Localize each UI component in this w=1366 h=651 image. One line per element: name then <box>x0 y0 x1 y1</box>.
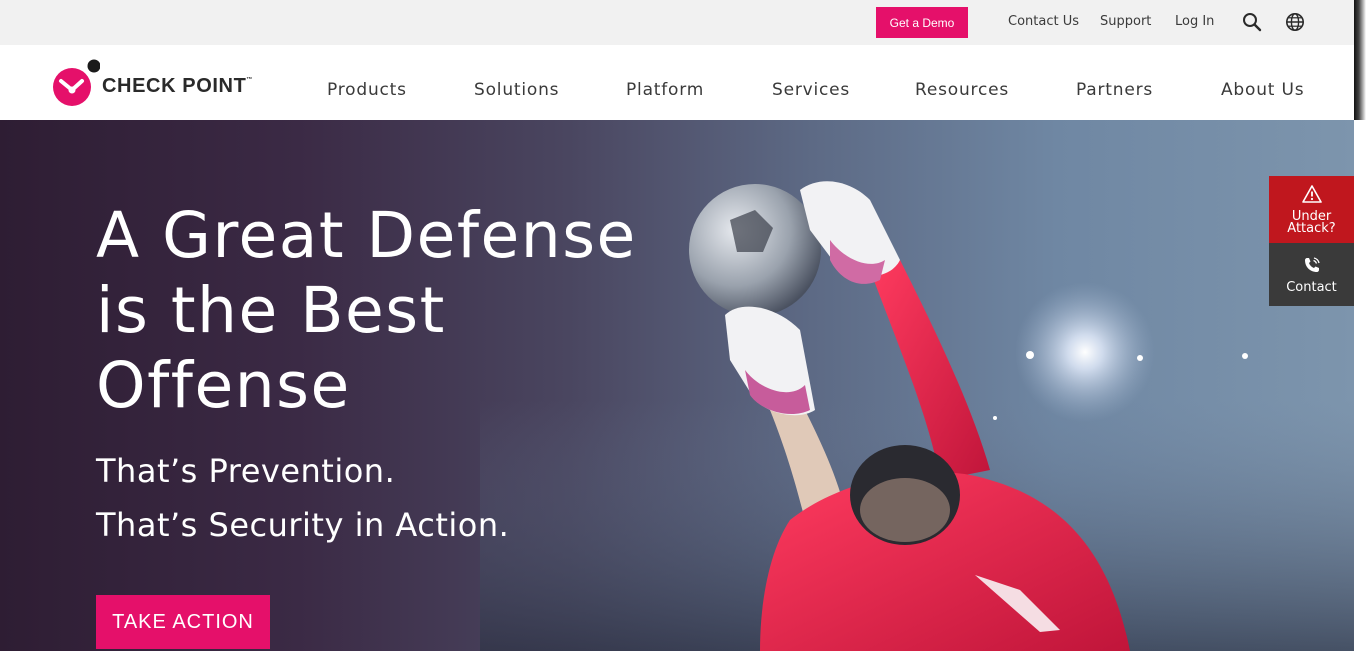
contact-label: Contact <box>1286 279 1337 295</box>
phone-icon <box>1303 256 1321 282</box>
nav-solutions[interactable]: Solutions <box>474 80 559 100</box>
nav-services[interactable]: Services <box>772 80 850 100</box>
hero-banner: A Great Defense is the Best Offense That… <box>0 120 1354 651</box>
hero-title: A Great Defense is the Best Offense <box>96 199 637 422</box>
take-action-button[interactable]: TAKE ACTION <box>96 595 270 649</box>
page: Get a Demo Contact Us Support Log In CHE… <box>0 0 1366 651</box>
get-demo-button[interactable]: Get a Demo <box>876 7 968 38</box>
scrollbar-thumb[interactable] <box>1354 0 1366 120</box>
contact-us-link[interactable]: Contact Us <box>1008 14 1079 29</box>
search-icon[interactable] <box>1242 12 1262 32</box>
hero-subtitle-security: That’s Security in Action. <box>96 506 510 544</box>
nav-resources[interactable]: Resources <box>915 80 1009 100</box>
main-nav: CHECK POINT™ Products Solutions Platform… <box>0 45 1354 120</box>
hero-subtitle-prevention: That’s Prevention. <box>96 452 396 490</box>
logo-mark-icon <box>52 59 101 107</box>
support-link[interactable]: Support <box>1100 14 1151 29</box>
nav-platform[interactable]: Platform <box>626 80 704 100</box>
nav-partners[interactable]: Partners <box>1076 80 1153 100</box>
nav-products[interactable]: Products <box>327 80 407 100</box>
nav-about-us[interactable]: About Us <box>1221 80 1304 100</box>
under-attack-widget[interactable]: Under Attack? <box>1269 176 1354 243</box>
logo-text: CHECK POINT™ <box>102 74 253 97</box>
utility-bar: Get a Demo Contact Us Support Log In <box>0 0 1354 45</box>
warning-icon <box>1301 184 1322 211</box>
globe-icon[interactable] <box>1285 12 1305 32</box>
login-link[interactable]: Log In <box>1175 14 1214 29</box>
under-attack-label-line2: Attack? <box>1287 220 1336 236</box>
contact-widget[interactable]: Contact <box>1269 243 1354 306</box>
check-point-logo[interactable]: CHECK POINT™ <box>52 59 277 107</box>
